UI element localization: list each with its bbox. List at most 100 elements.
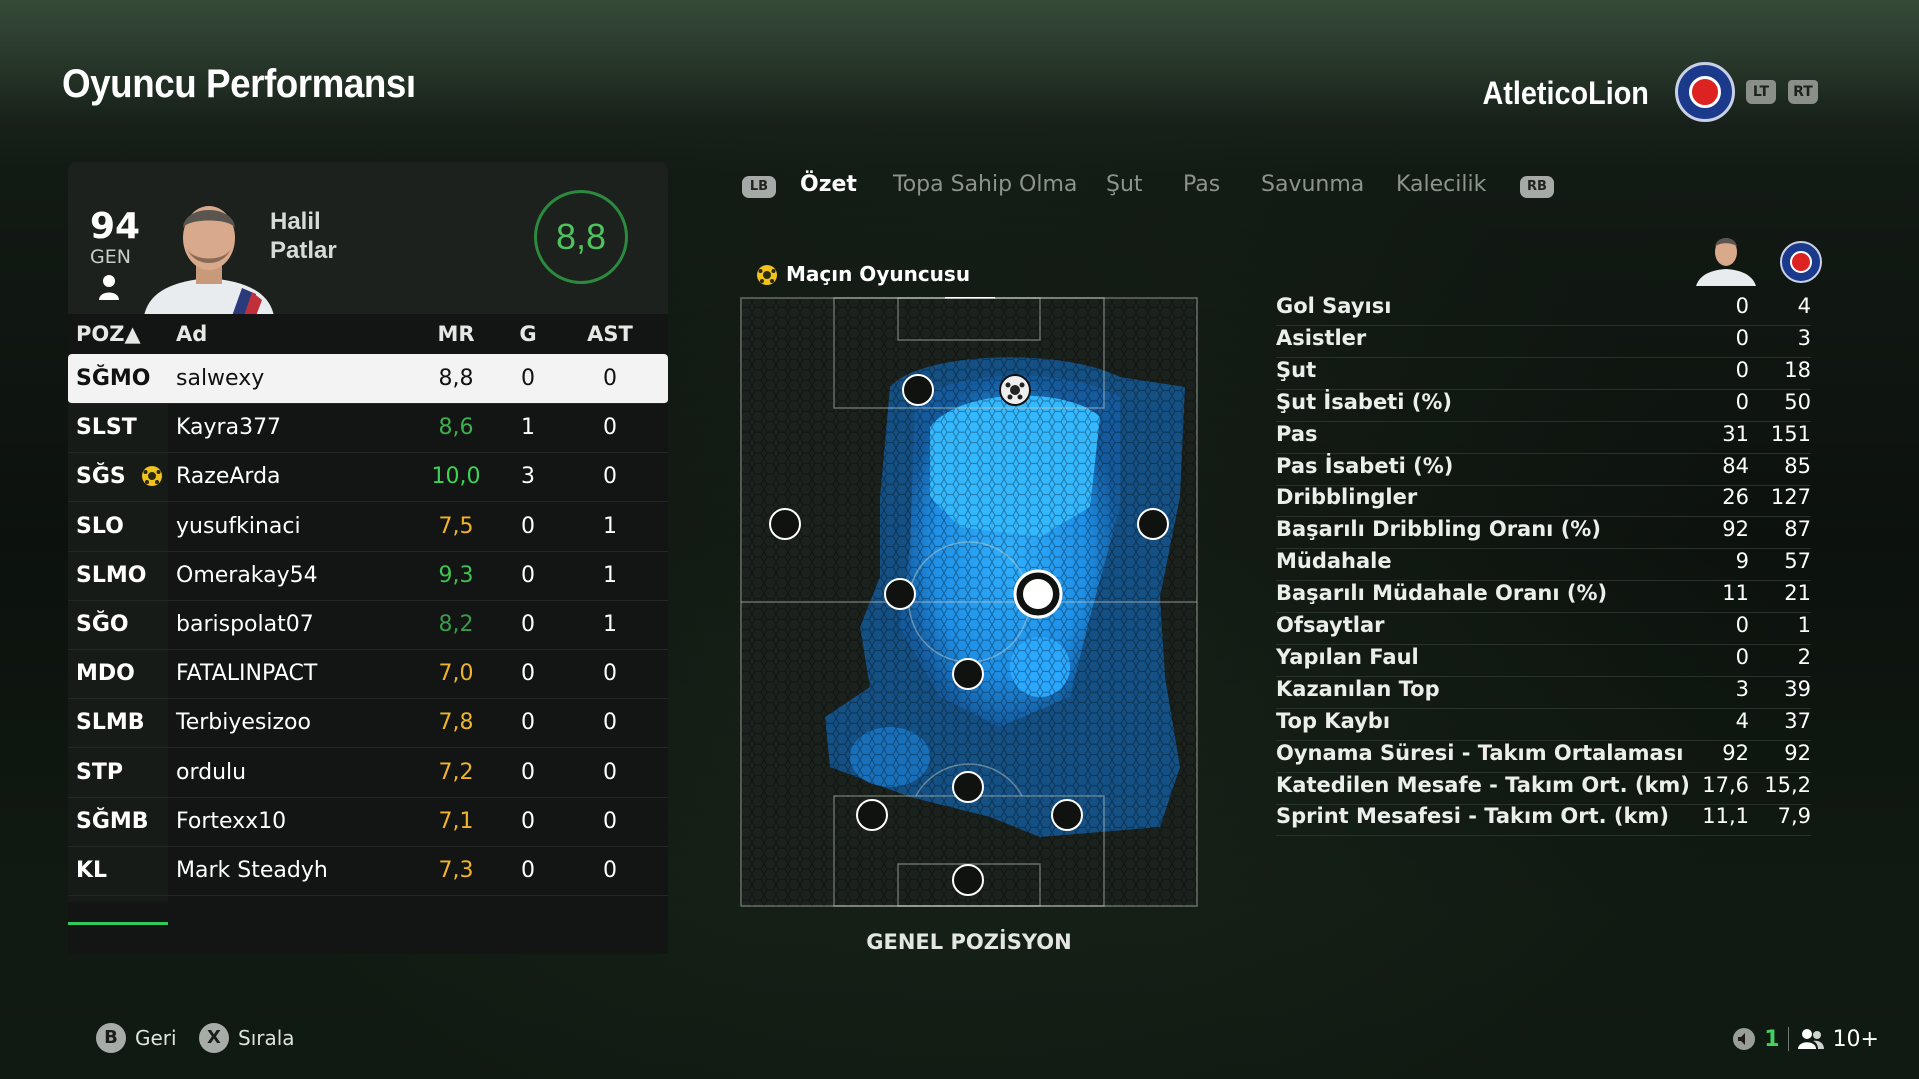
row-position: SLMB: [76, 710, 145, 736]
row-match-rating: 7,3: [438, 858, 474, 883]
b-button-icon[interactable]: B: [96, 1023, 126, 1053]
stat-player-value: 26: [1722, 485, 1749, 510]
player-name: Halil Patlar: [270, 207, 337, 265]
scroll-indicator: [68, 922, 168, 925]
stat-player-value: 0: [1735, 357, 1749, 382]
stat-team-value: 15,2: [1764, 772, 1811, 797]
club-name: AtleticoLion: [1482, 75, 1649, 111]
tab-savunma[interactable]: Savunma: [1261, 172, 1364, 197]
table-row[interactable]: SLO yusufkinaci 7,5 0 1: [68, 502, 668, 552]
stat-label: Kazanılan Top: [1276, 676, 1440, 701]
lb-button-icon[interactable]: LB: [742, 176, 776, 198]
table-row[interactable]: STP ordulu 7,2 0 0: [68, 748, 668, 798]
row-position: SĞMO: [76, 366, 151, 391]
x-button-icon[interactable]: X: [199, 1023, 229, 1053]
player-portrait-small: [1696, 238, 1756, 286]
stat-label: Başarılı Dribbling Oranı (%): [1276, 517, 1601, 542]
row-assists: 0: [603, 464, 617, 490]
player-last-name: Patlar: [270, 237, 337, 264]
table-row[interactable]: SĞO barispolat07 8,2 0 1: [68, 600, 668, 650]
match-rating-ring: 8,8: [534, 190, 628, 284]
row-position: SĞO: [76, 612, 129, 637]
stat-player-value: 84: [1722, 453, 1749, 478]
tab-pas[interactable]: Pas: [1183, 172, 1220, 197]
player-portrait: [144, 206, 274, 314]
row-goals: 0: [521, 808, 535, 834]
stat-label: Top Kaybı: [1276, 708, 1391, 733]
stat-player-value: 0: [1735, 294, 1749, 318]
table-header: POZ▲ Ad MR G AST: [68, 314, 668, 354]
stat-player-value: 92: [1722, 517, 1749, 542]
row-player-name: Omerakay54: [176, 562, 318, 588]
sort-label[interactable]: Sırala: [238, 1026, 295, 1050]
stat-team-value: 87: [1784, 517, 1811, 542]
table-row[interactable]: SĞMO salwexy 8,8 0 0: [68, 354, 668, 404]
tab-sut[interactable]: Şut: [1106, 172, 1143, 197]
motm-marker: [999, 374, 1031, 406]
stat-player-value: 0: [1735, 389, 1749, 414]
stat-label: Asistler: [1276, 325, 1367, 350]
selected-player-marker: [1013, 569, 1063, 619]
lt-trigger-icon[interactable]: LT: [1746, 80, 1776, 104]
row-position: KL: [76, 858, 108, 883]
row-player-name: Kayra377: [176, 415, 282, 441]
table-row[interactable]: SĞS RazeArda 10,0 3 0: [68, 452, 668, 503]
row-assists: 0: [603, 710, 617, 736]
stat-team-value: 151: [1770, 421, 1811, 446]
header-mr[interactable]: MR: [428, 322, 484, 346]
stat-label: Şut İsabeti (%): [1276, 389, 1452, 414]
row-goals: 0: [521, 513, 535, 539]
tab-topa-sahip-olma[interactable]: Topa Sahip Olma: [893, 172, 1077, 197]
row-goals: 1: [521, 415, 535, 441]
stat-player-value: 11,1: [1702, 804, 1749, 829]
table-row[interactable]: SLMB Terbiyesizoo 7,8 0 0: [68, 698, 668, 749]
header-g[interactable]: G: [508, 322, 548, 346]
stat-label: Dribblingler: [1276, 485, 1418, 510]
header-pos[interactable]: POZ▲: [76, 322, 141, 346]
stat-player-value: 0: [1735, 644, 1749, 669]
row-assists: 0: [603, 858, 617, 883]
row-position: SĞMB: [76, 808, 149, 834]
heatmap-pitch: [740, 297, 1198, 907]
rb-button-icon[interactable]: RB: [1520, 176, 1554, 198]
row-assists: 1: [603, 513, 617, 539]
row-goals: 0: [521, 661, 535, 687]
row-position: MDO: [76, 661, 135, 687]
table-row[interactable]: SLST Kayra377 8,6 1 0: [68, 403, 668, 454]
row-assists: 0: [603, 661, 617, 687]
row-match-rating: 7,5: [438, 513, 474, 539]
stat-label: Katedilen Mesafe - Takım Ort. (km): [1276, 772, 1690, 797]
footer-divider: [1787, 1027, 1789, 1051]
table-row[interactable]: KL Mark Steadyh 7,3 0 0: [68, 846, 668, 896]
stat-label: Ofsaytlar: [1276, 613, 1385, 637]
players-count: 10+: [1832, 1026, 1879, 1052]
table-row[interactable]: SLMO Omerakay54 9,3 0 1: [68, 551, 668, 601]
stat-team-value: 7,9: [1777, 804, 1811, 829]
tab-kalecilik[interactable]: Kalecilik: [1396, 172, 1486, 197]
stat-team-value: 39: [1784, 676, 1811, 701]
tab-ozet[interactable]: Özet: [800, 172, 857, 197]
row-goals: 3: [521, 464, 535, 490]
overall-label: GEN: [90, 246, 131, 268]
row-player-name: RazeArda: [176, 464, 281, 490]
row-position: SLST: [76, 415, 137, 441]
stat-team-value: 3: [1797, 325, 1811, 350]
stat-team-value: 2: [1797, 644, 1811, 669]
row-goals: 0: [521, 858, 535, 883]
stat-label: Şut: [1276, 357, 1317, 382]
pitch-caption: GENEL POZİSYON: [866, 930, 1072, 954]
row-match-rating: 7,1: [438, 808, 474, 834]
row-match-rating: 9,3: [438, 562, 474, 588]
rt-trigger-icon[interactable]: RT: [1788, 80, 1818, 104]
table-row[interactable]: SĞMB Fortexx10 7,1 0 0: [68, 797, 668, 847]
row-player-name: Terbiyesizoo: [176, 710, 311, 736]
header-ast[interactable]: AST: [576, 322, 644, 346]
row-match-rating: 7,2: [438, 759, 474, 785]
header-name[interactable]: Ad: [176, 322, 207, 346]
stat-team-value: 127: [1770, 485, 1811, 510]
row-position: SĞS: [76, 464, 126, 490]
table-row[interactable]: MDO FATALINPACT 7,0 0 0: [68, 649, 668, 700]
row-match-rating: 8,6: [438, 415, 474, 441]
stat-label: Başarılı Müdahale Oranı (%): [1276, 581, 1608, 606]
back-label[interactable]: Geri: [135, 1026, 177, 1050]
